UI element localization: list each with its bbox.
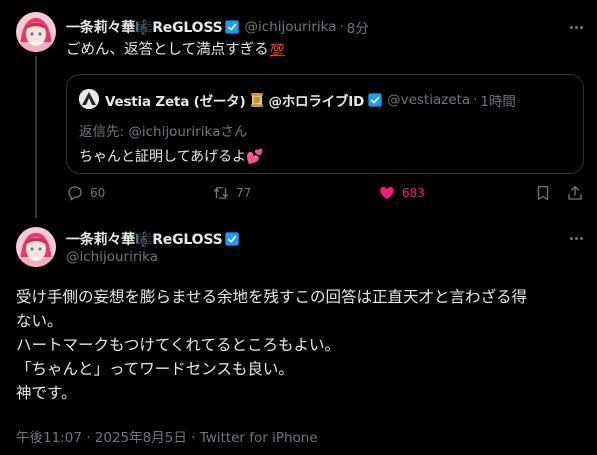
quoted-avatar: [79, 89, 99, 109]
quoted-affiliation: @ホロライブID: [268, 94, 365, 110]
reply-count: 60: [90, 186, 106, 200]
like-button[interactable]: 683: [378, 184, 425, 202]
tweet-text-line: ない。: [16, 312, 63, 330]
source-link[interactable]: Twitter for iPhone: [200, 430, 318, 446]
handle[interactable]: @ichijouririka: [66, 249, 158, 265]
reply-button[interactable]: 60: [66, 184, 105, 202]
retweet-button[interactable]: 77: [212, 184, 251, 202]
verified-badge-icon: [368, 93, 382, 107]
avatar-image: [16, 227, 56, 267]
hundred-points-emoji: 💯: [269, 43, 285, 57]
retweet-count: 77: [236, 186, 252, 200]
tweet-text-line: ハートマークもつけてくれてるところもよい。: [16, 336, 340, 354]
post-timestamp[interactable]: 午後11:07 · 2025年8月5日 ·: [16, 430, 200, 446]
quoted-display-name: Vestia Zeta (ゼータ): [105, 94, 246, 110]
timeline: 一条莉々華🎼ReGLOSS @ichijouririka · 8分 ごめん、返答…: [0, 0, 597, 455]
reply-to-label: 返信先: @ichijouririkaさん: [79, 124, 248, 140]
more-options-icon[interactable]: [565, 19, 587, 35]
bookmark-icon: [537, 185, 549, 201]
quoted-handle: @vestiazeta: [387, 92, 471, 108]
tweet-actions: 60 77 683: [66, 184, 584, 206]
bookmark-button[interactable]: [534, 184, 552, 202]
tweet-metadata: 午後11:07 · 2025年8月5日 · Twitter for iPhone: [16, 426, 318, 446]
display-name[interactable]: 一条莉々華🎼ReGLOSS: [66, 229, 223, 249]
quoted-header: Vestia Zeta (ゼータ) @ホロライブID @vestiazeta ·…: [105, 90, 516, 110]
quoted-timestamp: 1時間: [480, 94, 516, 110]
share-button[interactable]: [566, 184, 584, 202]
avatar[interactable]: [16, 12, 56, 52]
tweet-header: 一条莉々華🎼ReGLOSS @ichijouririka · 8分: [66, 17, 369, 37]
handle[interactable]: @ichijouririka: [244, 19, 336, 35]
quoted-avatar-image: [79, 89, 99, 109]
avatar[interactable]: [16, 227, 56, 267]
tweet-text: ごめん、返答として満点すぎる💯: [66, 38, 285, 59]
tweet-text: 受け手側の妄想を膨らませる余地を残すこの回答は正直天才と言わざる得 ない。 ハー…: [16, 285, 586, 405]
share-icon: [568, 185, 582, 200]
tweet-text-line: 受け手側の妄想を膨らませる余地を残すこの回答は正直天才と言わざる得: [16, 288, 528, 306]
verified-badge-icon: [225, 232, 240, 246]
scroll-icon: [251, 93, 264, 107]
more-options-icon[interactable]: [565, 230, 587, 246]
tweet-text-content: ごめん、返答として満点すぎる: [66, 42, 269, 58]
two-hearts-emoji: 💕: [246, 149, 264, 165]
separator: ·: [339, 19, 344, 35]
timestamp[interactable]: 8分: [347, 17, 369, 37]
quoted-tweet[interactable]: Vestia Zeta (ゼータ) @ホロライブID @vestiazeta ·…: [66, 74, 584, 174]
like-count: 683: [402, 186, 425, 200]
tweet-text-line: 神です。: [16, 384, 77, 402]
tweet-text-line: 「ちゃんと」ってワードセンスも良い。: [16, 360, 294, 378]
verified-badge-icon: [225, 20, 240, 34]
display-name[interactable]: 一条莉々華🎼ReGLOSS: [66, 17, 223, 37]
retweet-icon: [213, 187, 229, 199]
reply-icon: [68, 186, 82, 201]
heart-icon: [380, 187, 394, 199]
tweet-header: 一条莉々華🎼ReGLOSS: [66, 229, 240, 249]
thread-line: [35, 56, 37, 218]
quoted-text: ちゃんと証明してあげるよ💕: [79, 146, 264, 166]
separator: ·: [473, 92, 478, 108]
quoted-text-content: ちゃんと証明してあげるよ: [79, 149, 247, 165]
avatar-image: [16, 12, 56, 52]
